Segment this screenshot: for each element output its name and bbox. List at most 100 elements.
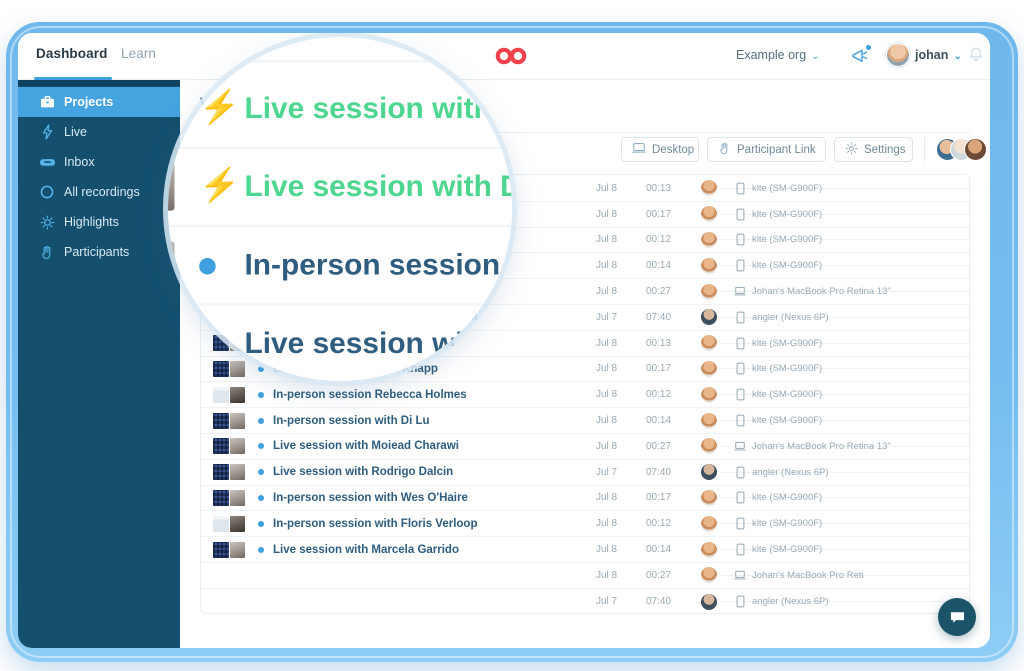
lightning-icon — [32, 124, 62, 140]
phone-icon — [733, 207, 747, 221]
session-duration: 00:17 — [646, 208, 672, 220]
participant-avatar — [701, 593, 717, 610]
phone-icon — [733, 414, 747, 428]
session-duration: 00:12 — [646, 234, 672, 246]
magnified-table-row[interactable]: Live session with John Robin — [168, 305, 512, 381]
magnified-session-list: ⚡Live session with Maru Fourie⚡Live sess… — [168, 60, 512, 381]
chat-bubble-icon[interactable] — [938, 598, 976, 636]
sidebar-item-participants[interactable]: Participants — [18, 237, 180, 267]
session-name[interactable]: Live session with Maru Fourie — [245, 92, 513, 125]
session-date: Jul 8 — [596, 569, 618, 581]
participant-avatar — [701, 489, 717, 506]
phone-icon — [733, 517, 747, 531]
magnified-table-row[interactable]: ⚡Live session with Maru Fourie — [168, 71, 512, 149]
status-dot-icon — [199, 329, 228, 358]
user-menu[interactable]: johan ⌄ — [915, 48, 962, 62]
sidebar-item-live[interactable]: Live — [18, 117, 180, 147]
table-row[interactable]: In-person session with Wes O'Haire Jul 8 0… — [201, 486, 969, 512]
sidebar-item-all-recordings[interactable]: All recordings — [18, 177, 180, 207]
bell-icon[interactable] — [968, 46, 984, 64]
participant-avatar — [701, 180, 717, 197]
sidebar-item-inbox[interactable]: Inbox — [18, 147, 180, 177]
session-date: Jul 8 — [596, 337, 618, 349]
sidebar-item-label: Highlights — [64, 215, 119, 229]
participant-avatar — [701, 283, 717, 300]
collaborator-avatars[interactable] — [936, 137, 990, 162]
magnified-table-row[interactable]: In-person session with Jennifer — [168, 227, 513, 306]
live-bolt-icon: ⚡ — [199, 168, 241, 204]
magnified-table-row[interactable]: ⚡Live session with Deepak Agarwal — [168, 149, 513, 228]
session-date: Jul 8 — [596, 363, 618, 375]
notification-dot — [866, 45, 871, 50]
tab-learn[interactable]: Learn — [121, 46, 156, 61]
session-name[interactable]: Live session with John Robin — [245, 327, 513, 360]
session-device: klte (SM-G900F) — [752, 389, 823, 401]
session-device: klte (SM-G900F) — [752, 492, 823, 504]
session-duration: 00:13 — [646, 337, 672, 349]
laptop-icon — [733, 285, 747, 299]
session-name[interactable]: Live session with Rodrigo Dalcin — [273, 466, 453, 478]
sun-icon — [32, 215, 62, 230]
session-device: Johan's MacBook Pro Retina 13" — [752, 440, 891, 452]
session-date: Jul 8 — [596, 208, 618, 220]
table-row[interactable]: In-person session with Floris Verloop Jul… — [201, 511, 969, 538]
avatar[interactable] — [886, 43, 910, 67]
session-duration: 07:40 — [646, 596, 672, 608]
table-row[interactable]: Live session with Moiead Charawi Jul 8 00:… — [201, 434, 969, 460]
session-thumbnail — [213, 541, 245, 558]
sidebar-item-projects[interactable]: Projects — [18, 87, 180, 117]
live-bolt-icon: ⚡ — [199, 90, 241, 126]
table-row[interactable]: Jul 8 00:27 Johan's MacBook Pro Reti — [201, 563, 969, 589]
participant-link-button[interactable]: Participant Link — [707, 137, 826, 162]
session-name[interactable]: In-person session with Wes O'Haire — [273, 492, 468, 504]
table-row[interactable]: Live session with Rodrigo Dalcin Jul 7 07:… — [201, 460, 969, 486]
hand-icon — [32, 245, 62, 260]
settings-button-label: Settings — [864, 143, 906, 156]
session-name[interactable]: Live session with Deepak Agarwal — [245, 170, 513, 203]
session-thumbnail — [168, 84, 175, 133]
participant-avatar — [701, 206, 717, 223]
session-date: Jul 7 — [596, 466, 618, 478]
session-thumbnail — [168, 163, 175, 211]
settings-button[interactable]: Settings — [834, 137, 913, 162]
session-name[interactable]: In-person session with Jennifer — [245, 249, 513, 282]
megaphone-icon[interactable] — [850, 45, 871, 66]
phone-icon — [733, 491, 747, 505]
session-date: Jul 8 — [596, 544, 618, 556]
sidebar-item-highlights[interactable]: Highlights — [18, 207, 180, 237]
session-thumbnail — [213, 515, 245, 532]
laptop-icon — [632, 142, 646, 157]
session-date: Jul 8 — [596, 518, 618, 530]
chevron-down-icon: ⌄ — [811, 51, 820, 62]
participant-avatar — [701, 567, 717, 584]
participant-avatar — [701, 515, 717, 532]
session-device: klte (SM-G900F) — [752, 182, 823, 194]
session-name[interactable]: In-person session with Floris Verloop — [273, 518, 477, 530]
magnifier-lens: Website Redesign 201 ⚡Live session with … — [168, 37, 512, 381]
status-dot-icon — [255, 440, 267, 452]
session-thumbnail — [213, 412, 245, 429]
table-row[interactable]: In-person session with Di Lu Jul 8 00:14 kl… — [201, 408, 969, 434]
session-duration: 00:27 — [646, 569, 672, 581]
phone-icon — [733, 362, 747, 376]
session-duration: 07:40 — [646, 466, 672, 478]
session-thumbnail — [213, 464, 245, 481]
tab-dashboard[interactable]: Dashboard — [36, 46, 107, 61]
org-selector[interactable]: Example org ⌄ — [736, 48, 820, 62]
session-duration: 00:17 — [646, 363, 672, 375]
table-row[interactable]: In-person session Rebecca Holmes Jul 8 00:… — [201, 382, 969, 409]
session-name[interactable]: Live session with Marcela Garrido — [273, 544, 459, 556]
session-date: Jul 8 — [596, 182, 618, 194]
participant-avatar — [701, 412, 717, 429]
table-row[interactable]: Live session with Marcela Garrido Jul 8 00… — [201, 537, 969, 563]
participant-avatar — [701, 309, 717, 326]
table-row[interactable]: Jul 7 07:40 angler (Nexus 6P) — [201, 589, 969, 615]
participant-avatar — [701, 464, 717, 481]
session-date: Jul 7 — [596, 311, 618, 323]
session-name[interactable]: Live session with Moiead Charawi — [273, 440, 459, 452]
desktop-button[interactable]: Desktop — [621, 137, 699, 162]
session-name[interactable]: In-person session Rebecca Holmes — [273, 389, 467, 401]
session-name[interactable]: In-person session with Di Lu — [273, 415, 430, 427]
phone-icon — [733, 233, 747, 247]
session-device: klte (SM-G900F) — [752, 415, 823, 427]
